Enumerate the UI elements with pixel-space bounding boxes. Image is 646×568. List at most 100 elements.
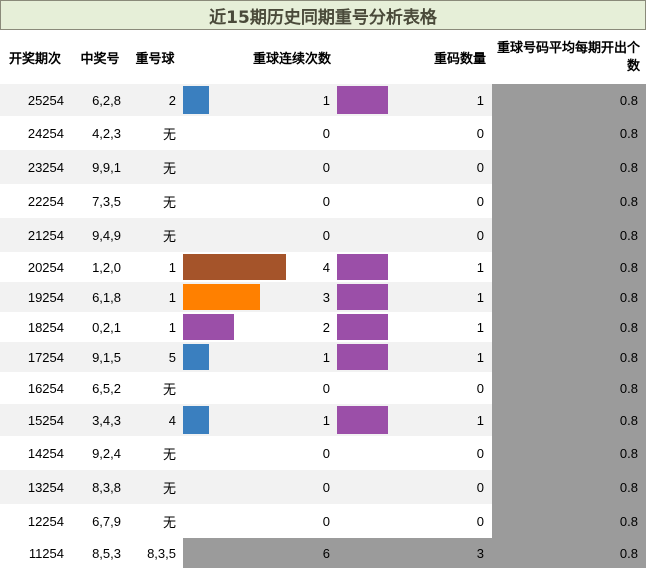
average-cell: 0.8 [619,349,638,365]
winning-number-cell: 8,5,3 [92,545,121,561]
table-row: 12254 6,7,9 无 0 0 0.8 [0,504,646,538]
winning-number-cell: 6,7,9 [92,513,121,529]
header-winning: 中奖号 [80,51,120,67]
table-row: 24254 4,2,3 无 0 0 0.8 [0,116,646,150]
consecutive-cell: 6 [322,545,330,561]
repeat-ball-cell: 无 [162,194,176,210]
repeat-ball-cell: 4 [168,412,176,428]
period-cell: 17254 [27,349,64,365]
repeat-ball-cell: 无 [162,514,176,530]
consecutive-cell: 0 [322,380,330,396]
consecutive-cell: 4 [322,259,330,275]
repeat-ball-cell: 8,3,5 [147,545,176,561]
repeat-count-cell: 0 [476,380,484,396]
period-cell: 21254 [27,227,64,243]
repeat-count-cell: 3 [476,545,484,561]
average-cell: 0.8 [619,545,638,561]
average-cell: 0.8 [619,227,638,243]
period-cell: 16254 [27,380,64,396]
winning-number-cell: 6,2,8 [92,92,121,108]
period-cell: 13254 [27,479,64,495]
winning-number-cell: 9,4,9 [92,227,121,243]
period-cell: 14254 [27,445,64,461]
period-cell: 20254 [27,259,64,275]
repeat-ball-cell: 无 [162,480,176,496]
repeat-count-cell: 0 [476,227,484,243]
repeat-count-cell: 1 [476,319,484,335]
period-cell: 23254 [27,159,64,175]
average-cell: 0.8 [619,445,638,461]
table-row: 23254 9,9,1 无 0 0 0.8 [0,150,646,184]
winning-number-cell: 3,4,3 [92,412,121,428]
consecutive-cell: 3 [322,289,330,305]
consecutive-cell: 1 [322,412,330,428]
period-cell: 11254 [28,545,64,561]
consecutive-cell: 0 [322,159,330,175]
average-cell: 0.8 [619,159,638,175]
average-cell: 0.8 [619,289,638,305]
header-average: 重球号码平均每期开出个数 [496,41,640,74]
repeat-count-cell: 0 [476,479,484,495]
average-cell: 0.8 [619,125,638,141]
repeat-ball-cell: 无 [162,228,176,244]
period-cell: 15254 [27,412,64,428]
table-row: 16254 6,5,2 无 0 0 0.8 [0,372,646,404]
repeat-ball-cell: 无 [162,381,176,397]
table-row: 25254 6,2,8 2 1 1 0.8 [0,84,646,116]
average-cell: 0.8 [619,412,638,428]
header-consecutive: 重球连续次数 [252,51,331,67]
winning-number-cell: 8,3,8 [92,479,121,495]
consecutive-cell: 1 [322,349,330,365]
winning-number-cell: 9,2,4 [92,445,121,461]
period-cell: 19254 [27,289,64,305]
table-row: 15254 3,4,3 4 1 1 0.8 [0,404,646,436]
average-cell: 0.8 [619,380,638,396]
repeat-ball-cell: 2 [168,92,176,108]
repeat-ball-cell: 无 [162,126,176,142]
repeat-count-cell: 1 [476,412,484,428]
consecutive-cell: 0 [322,193,330,209]
table-row: 18254 0,2,1 1 2 1 0.8 [0,312,646,342]
repeat-ball-cell: 1 [168,319,176,335]
period-cell: 22254 [27,193,64,209]
winning-number-cell: 6,5,2 [92,380,121,396]
table-row: 22254 7,3,5 无 0 0 0.8 [0,184,646,218]
repeat-count-cell: 0 [476,513,484,529]
consecutive-cell: 0 [322,479,330,495]
winning-number-cell: 9,9,1 [92,159,121,175]
winning-number-cell: 7,3,5 [92,193,121,209]
table-row: 19254 6,1,8 1 3 1 0.8 [0,282,646,312]
table-row: 21254 9,4,9 无 0 0 0.8 [0,218,646,252]
consecutive-cell: 1 [322,92,330,108]
consecutive-cell: 0 [322,227,330,243]
average-cell: 0.8 [619,479,638,495]
table-row: 14254 9,2,4 无 0 0 0.8 [0,436,646,470]
repeat-count-cell: 0 [476,445,484,461]
repeat-count-cell: 1 [476,289,484,305]
average-cell: 0.8 [619,513,638,529]
winning-number-cell: 4,2,3 [92,125,121,141]
consecutive-cell: 0 [322,445,330,461]
repeat-count-cell: 0 [476,159,484,175]
average-cell: 0.8 [619,319,638,335]
repeat-ball-cell: 1 [168,289,176,305]
table-row: 17254 9,1,5 5 1 1 0.8 [0,342,646,372]
table-row: 11254 8,5,3 8,3,5 6 3 0.8 [0,538,646,568]
period-cell: 12254 [27,513,64,529]
table-row: 20254 1,2,0 1 4 1 0.8 [0,252,646,282]
repeat-count-cell: 1 [476,259,484,275]
header-period: 开奖期次 [8,51,61,67]
table-row: 13254 8,3,8 无 0 0 0.8 [0,470,646,504]
period-cell: 24254 [27,125,64,141]
average-cell: 0.8 [619,259,638,275]
repeat-ball-cell: 无 [162,160,176,176]
repeat-count-cell: 1 [476,349,484,365]
winning-number-cell: 6,1,8 [92,289,121,305]
average-cell: 0.8 [619,92,638,108]
repeat-count-cell: 1 [476,92,484,108]
repeat-count-cell: 0 [476,193,484,209]
table-title: 近15期历史同期重号分析表格 [0,0,646,30]
period-cell: 18254 [27,319,64,335]
repeat-ball-cell: 5 [168,349,176,365]
winning-number-cell: 0,2,1 [92,319,121,335]
